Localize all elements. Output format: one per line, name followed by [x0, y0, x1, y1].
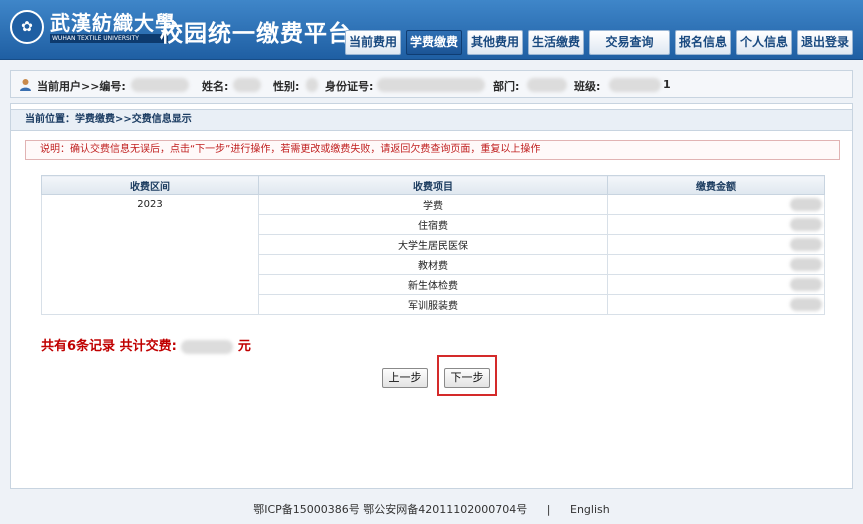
amount-redacted	[790, 258, 822, 271]
payment-summary: 共有6条记录 共计交费: 元	[41, 335, 251, 354]
column-header-item: 收费项目	[258, 175, 608, 195]
header-bar: ✿ 武漢紡織大學 WUHAN TEXTILE UNIVERSITY 校园统一缴费…	[0, 0, 863, 60]
nav-registration-info[interactable]: 报名信息	[675, 30, 731, 55]
user-icon	[20, 79, 31, 91]
fee-item-cell: 学费	[258, 194, 608, 215]
school-name-cn: 武漢紡織大學	[50, 10, 176, 35]
total-amount-redacted	[181, 339, 234, 354]
nav-transaction-query[interactable]: 交易查询	[589, 30, 670, 55]
name-redacted	[233, 78, 261, 92]
nav-other-fees[interactable]: 其他费用	[467, 30, 523, 55]
university-logo: ✿ 武漢紡織大學 WUHAN TEXTILE UNIVERSITY	[10, 10, 176, 44]
instruction-notice: 说明：确认交费信息无误后，点击“下一步”进行操作，若需更改或缴费失败，请返回欠费…	[25, 140, 840, 160]
fee-amount-cell	[607, 254, 825, 275]
user-info-bar: 当前用户>>编号: 姓名: 性别: 身份证号: 部门: 班级: 1	[10, 70, 853, 98]
university-seal-icon: ✿	[10, 10, 44, 44]
amount-redacted	[790, 198, 822, 211]
amount-redacted	[790, 278, 822, 291]
amount-redacted	[790, 298, 822, 311]
amount-redacted	[790, 218, 822, 231]
record-count: 共有6条记录	[41, 339, 116, 354]
class-label: 班级:	[574, 80, 601, 93]
column-header-period: 收费区间	[41, 175, 259, 195]
footer: 鄂ICP备15000386号 鄂公安网备42011102000704号 | En…	[0, 496, 863, 524]
amount-redacted	[790, 238, 822, 251]
nav-current-fees[interactable]: 当前费用	[345, 30, 401, 55]
gender-label: 性别:	[273, 80, 300, 93]
platform-title: 校园统一缴费平台	[160, 21, 352, 47]
school-name-en: WUHAN TEXTILE UNIVERSITY	[50, 33, 168, 43]
current-user-label: 当前用户>>编号:	[37, 80, 126, 93]
name-label: 姓名:	[202, 80, 229, 93]
total-label: 共计交费:	[119, 339, 177, 354]
fee-item-cell: 军训服装费	[258, 294, 608, 315]
id-number-label: 身份证号:	[325, 80, 374, 93]
currency-unit: 元	[237, 339, 251, 354]
class-tail: 1	[663, 78, 671, 91]
period-cell: 2023	[41, 194, 259, 315]
icp-record: 鄂ICP备15000386号 鄂公安网备42011102000704号	[253, 503, 528, 516]
table-row: 2023 学费	[41, 194, 825, 315]
department-label: 部门:	[493, 80, 520, 93]
fee-item-cell: 大学生居民医保	[258, 234, 608, 255]
fee-amount-cell	[607, 214, 825, 235]
fee-item-cell: 住宿费	[258, 214, 608, 235]
class-redacted	[609, 78, 661, 92]
fee-amount-cell	[607, 234, 825, 255]
main-panel: 当前位置：学费缴费>>交费信息显示 说明：确认交费信息无误后，点击“下一步”进行…	[10, 103, 853, 489]
nav-living-payment[interactable]: 生活缴费	[528, 30, 584, 55]
nav-personal-info[interactable]: 个人信息	[736, 30, 792, 55]
footer-separator: |	[546, 503, 551, 516]
fee-amount-cell	[607, 274, 825, 295]
id-number-redacted	[377, 78, 485, 92]
department-redacted	[527, 78, 567, 92]
user-id-redacted	[131, 78, 189, 92]
previous-step-button[interactable]: 上一步	[382, 368, 428, 388]
fee-item-cell: 教材费	[258, 254, 608, 275]
fee-amount-cell	[607, 294, 825, 315]
column-header-amount: 缴费金额	[607, 175, 825, 195]
next-step-button[interactable]: 下一步	[444, 368, 490, 388]
gender-redacted	[306, 78, 318, 92]
language-switch-link[interactable]: English	[570, 503, 610, 516]
fee-table: 收费区间 收费项目 缴费金额 2023 学费 住宿费 大学生居民医保 教材费 新…	[41, 175, 825, 315]
fee-amount-cell	[607, 194, 825, 215]
breadcrumb: 当前位置：学费缴费>>交费信息显示	[11, 109, 852, 131]
nav-logout[interactable]: 退出登录	[797, 30, 853, 55]
nav-tuition-payment[interactable]: 学费缴费	[406, 30, 462, 55]
fee-item-cell: 新生体检费	[258, 274, 608, 295]
